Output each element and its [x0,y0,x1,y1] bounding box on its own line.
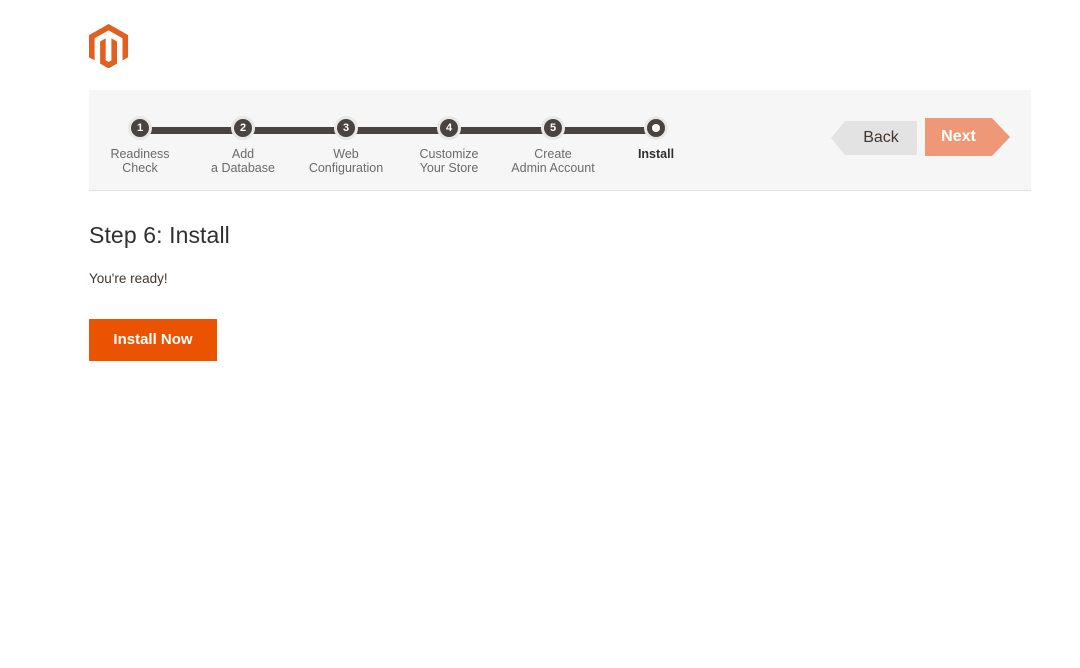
wizard-nav-panel: 1 Readiness Check 2 Add a Database 3 Web… [89,90,1031,191]
step-bullet: 4 [437,116,461,140]
wizard-step-4[interactable]: 4 Customize Your Store [389,116,509,175]
step-bullet: 3 [334,116,358,140]
step-label: Web Configuration [308,147,384,175]
step-number: 2 [234,119,252,137]
wizard-step-5[interactable]: 5 Create Admin Account [493,116,613,175]
install-now-button[interactable]: Install Now [89,319,217,361]
magento-logo-icon [89,24,129,68]
wizard-step-1[interactable]: 1 Readiness Check [80,116,200,175]
wizard-step-6[interactable]: 6 Install [596,116,716,161]
page-title: Step 6: Install [89,222,230,248]
step-bullet-active: 6 [644,116,668,140]
next-button[interactable]: Next [925,118,1010,156]
step-number: 3 [337,119,355,137]
wizard-steps: 1 Readiness Check 2 Add a Database 3 Web… [89,90,809,191]
step-label: Create Admin Account [511,147,595,175]
step-number: 1 [131,119,149,137]
step-label: Install [637,147,675,161]
wizard-step-3[interactable]: 3 Web Configuration [286,116,406,175]
wizard-step-2[interactable]: 2 Add a Database [183,116,303,175]
step-label: Add a Database [211,147,275,175]
step-bullet: 5 [541,116,565,140]
ready-message: You're ready! [89,271,168,286]
step-label: Readiness Check [110,147,170,175]
step-number: 4 [440,119,458,137]
step-number: 6 [647,119,665,137]
step-number: 5 [544,119,562,137]
step-bullet: 2 [231,116,255,140]
back-button[interactable]: Back [831,121,917,155]
step-label: Customize Your Store [419,147,479,175]
step-bullet: 1 [128,116,152,140]
magento-logo [89,24,129,68]
